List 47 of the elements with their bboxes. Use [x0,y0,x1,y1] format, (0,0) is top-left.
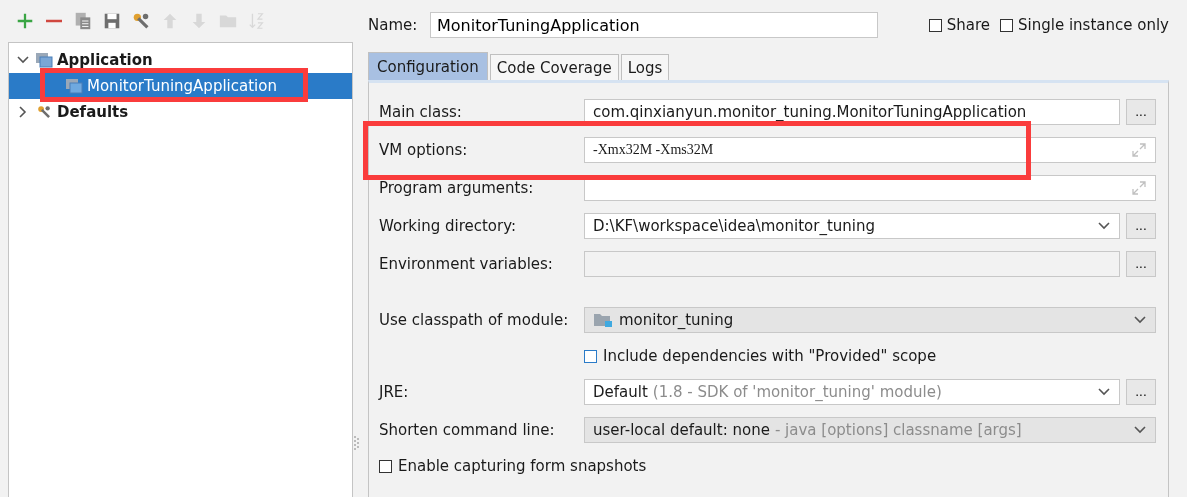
field-label: Use classpath of module: [379,311,570,329]
tab[interactable]: Logs [620,54,670,80]
field-label: JRE: [379,383,410,401]
module-folder-icon [593,312,613,328]
tab[interactable]: Code Coverage [489,54,619,80]
combo-box[interactable]: Default (1.8 - SDK of 'monitor_tuning' module) [584,379,1120,405]
remove-icon [45,19,63,23]
browse-button[interactable]: ... [1126,213,1156,239]
wrench-icon [35,104,53,120]
field-label: Environment variables: [379,255,554,273]
tree-item[interactable]: Defaults [9,99,352,125]
checkbox-label: Single instance only [1018,16,1169,34]
checkbox[interactable] [584,349,597,363]
tab[interactable]: Configuration [368,52,488,80]
add-icon [15,11,35,31]
field-label: Working directory: [379,217,517,235]
checkbox[interactable] [379,459,392,473]
field-label: Main class: [379,103,463,121]
field-label: Program arguments: [379,179,535,197]
checkbox[interactable] [928,18,942,32]
caret-icon [1133,315,1147,325]
expand-icon [1131,180,1147,196]
expandable-field[interactable]: -Xmx32M -Xms32M [584,137,1156,163]
browse-button[interactable]: ... [1126,379,1156,405]
expand-icon [1131,142,1147,158]
wrench-icon [131,11,151,31]
dropdown[interactable]: user-local default: none - java [options] classname [args] [584,417,1156,443]
window-icon [65,78,83,94]
copy-icon [73,11,93,31]
field-label: Shorten command line: [379,421,556,439]
checkbox-label: Share [946,16,991,34]
caret-icon [1097,387,1111,397]
checkbox[interactable] [1000,18,1014,32]
tree-item[interactable]: Application [9,47,352,73]
name-field[interactable]: MonitorTuningApplication [430,12,878,38]
name-label: Name: [368,16,419,34]
field-label: VM options: [379,141,469,159]
browse-button[interactable]: ... [1126,99,1156,125]
combo-box[interactable]: D:\KF\workspace\idea\monitor_tuning [584,213,1120,239]
dropdown[interactable]: monitor_tuning [584,307,1156,333]
window-icon [35,52,53,68]
checkbox-label: Include dependencies with "Provided" scope [603,347,937,365]
caret-icon [1133,425,1147,435]
sort-icon [247,11,267,31]
checkbox-label: Enable capturing form snapshots [398,457,647,475]
tree-item[interactable]: MonitorTuningApplication [9,73,352,99]
caret-icon [1097,221,1111,231]
